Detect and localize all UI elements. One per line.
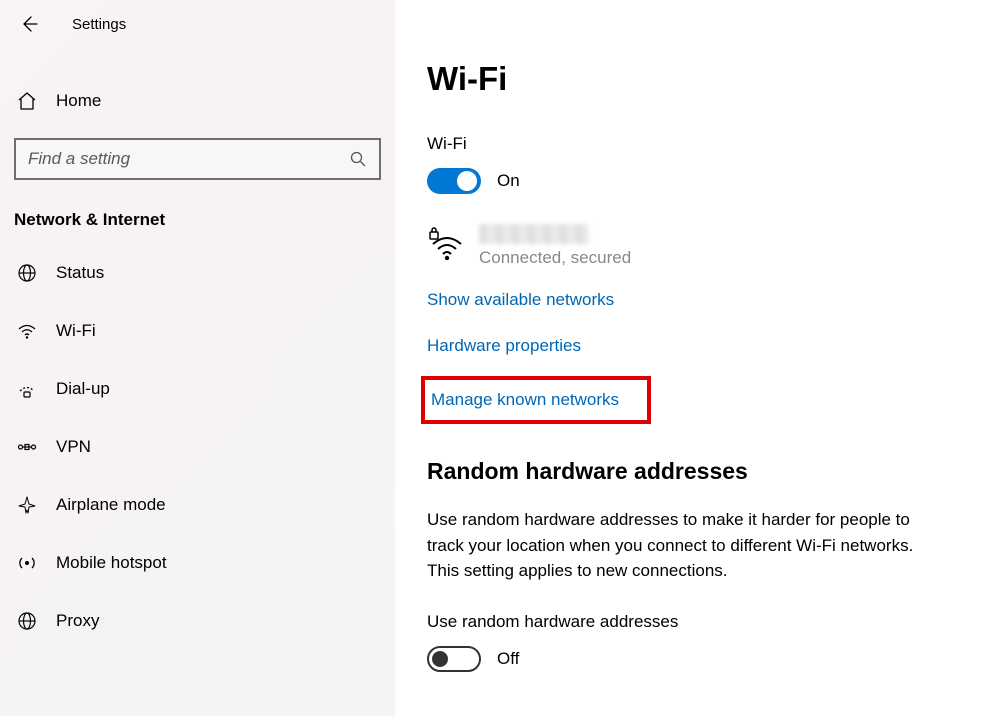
random-hw-heading: Random hardware addresses — [427, 458, 965, 485]
wifi-toggle-heading: Wi-Fi — [427, 134, 965, 154]
search-input[interactable] — [28, 149, 349, 169]
search-box[interactable] — [14, 138, 381, 180]
window-title: Settings — [72, 16, 126, 33]
home-icon — [14, 90, 40, 112]
random-hw-toggle-row: Off — [427, 646, 965, 672]
link-hardware-properties[interactable]: Hardware properties — [427, 336, 581, 356]
main-panel: Wi-Fi Wi-Fi On Connected, secured Show a… — [395, 0, 1007, 716]
sidebar-item-hotspot[interactable]: Mobile hotspot — [0, 534, 395, 592]
nav-label: Wi-Fi — [56, 321, 96, 341]
sidebar-section-heading: Network & Internet — [0, 180, 395, 244]
nav-label: Dial-up — [56, 379, 110, 399]
arrow-left-icon — [19, 14, 39, 34]
sidebar: Settings Home Network & Internet Stat — [0, 0, 395, 716]
highlight-annotation: Manage known networks — [421, 376, 651, 424]
back-button[interactable] — [18, 13, 40, 35]
wifi-toggle[interactable] — [427, 168, 481, 194]
sidebar-item-airplane[interactable]: Airplane mode — [0, 476, 395, 534]
wifi-toggle-row: On — [427, 168, 965, 194]
wifi-icon — [14, 320, 40, 342]
globe-icon — [14, 262, 40, 284]
random-hw-toggle-heading: Use random hardware addresses — [427, 612, 965, 632]
network-status: Connected, secured — [479, 248, 631, 268]
link-show-available-networks[interactable]: Show available networks — [427, 290, 614, 310]
random-hw-toggle-state: Off — [497, 649, 519, 669]
home-label: Home — [56, 91, 101, 111]
nav-label: Mobile hotspot — [56, 553, 167, 573]
wifi-secured-icon — [427, 226, 465, 264]
hotspot-icon — [14, 552, 40, 574]
link-manage-known-networks[interactable]: Manage known networks — [431, 390, 619, 410]
wifi-toggle-state: On — [497, 171, 520, 191]
random-hw-body: Use random hardware addresses to make it… — [427, 507, 927, 584]
dialup-icon — [14, 378, 40, 400]
sidebar-header: Settings — [0, 0, 395, 48]
nav-label: VPN — [56, 437, 91, 457]
vpn-icon — [14, 436, 40, 458]
nav-label: Proxy — [56, 611, 99, 631]
sidebar-item-vpn[interactable]: VPN — [0, 418, 395, 476]
network-name-redacted — [479, 224, 589, 244]
proxy-icon — [14, 610, 40, 632]
nav-label: Status — [56, 263, 104, 283]
current-network[interactable]: Connected, secured — [427, 224, 965, 268]
sidebar-item-status[interactable]: Status — [0, 244, 395, 302]
page-title: Wi-Fi — [427, 60, 965, 98]
network-info: Connected, secured — [479, 224, 631, 268]
sidebar-item-wifi[interactable]: Wi-Fi — [0, 302, 395, 360]
nav-label: Airplane mode — [56, 495, 166, 515]
random-hw-toggle[interactable] — [427, 646, 481, 672]
airplane-icon — [14, 494, 40, 516]
sidebar-item-proxy[interactable]: Proxy — [0, 592, 395, 650]
sidebar-item-home[interactable]: Home — [0, 76, 395, 126]
sidebar-item-dialup[interactable]: Dial-up — [0, 360, 395, 418]
search-icon — [349, 150, 367, 168]
